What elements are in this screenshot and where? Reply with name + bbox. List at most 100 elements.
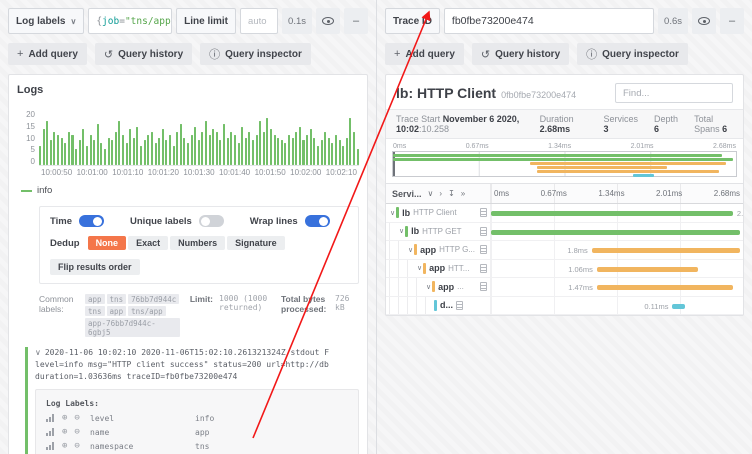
log-labels-dropdown[interactable]: Log labels ∨ [8, 8, 85, 34]
minimap-canvas[interactable] [392, 151, 737, 177]
span-duration-bar[interactable] [491, 229, 741, 235]
legend-item-info[interactable]: info [21, 185, 359, 196]
dedup-option-signature[interactable]: Signature [227, 236, 285, 250]
span-timeline-cell[interactable]: 2.58ms [491, 204, 743, 222]
query-history-button[interactable]: ↺ Query history [94, 43, 193, 65]
trace-find-input[interactable]: Find... [615, 83, 733, 103]
histogram-bar [186, 143, 189, 165]
collapse-one-icon[interactable]: ∨ [428, 189, 434, 198]
span-row[interactable]: d... 0.11ms [386, 296, 743, 315]
span-timeline-cell[interactable]: 2.66ms [491, 222, 743, 240]
span-name-cell[interactable]: ∨ app... [386, 278, 491, 296]
span-duration-bar[interactable] [591, 248, 741, 253]
span-name-cell[interactable]: ∨ app HTTP G... [386, 241, 491, 259]
trace-id-input[interactable]: fb0fbe73200e474 [443, 8, 655, 34]
histogram-bar [103, 148, 106, 165]
span-detail-icon[interactable] [456, 300, 463, 310]
span-duration-bar[interactable] [596, 285, 733, 290]
span-row[interactable]: ∨ app HTTP G... 1.8ms [386, 241, 743, 260]
histogram-bars[interactable] [39, 110, 359, 166]
span-detail-icon[interactable] [480, 245, 487, 255]
label-value: app [195, 428, 210, 437]
expand-all-icon[interactable]: » [461, 189, 465, 198]
span-row[interactable]: ∨ lbHTTP Client 2.58ms [386, 204, 743, 223]
toggle-unique-labels[interactable]: Unique labels [130, 215, 224, 227]
common-label-badge: app-76bb7d944c-6gbj5 [85, 318, 180, 337]
line-limit-input[interactable]: auto [240, 8, 279, 34]
filter-for-value-icon[interactable]: ⊕ [62, 414, 67, 423]
trace-query-history-button[interactable]: ↺ Query history [471, 43, 570, 65]
toggle-switch[interactable] [79, 215, 105, 227]
span-collapse-icon[interactable]: ∨ [408, 246, 413, 254]
filter-for-value-icon[interactable]: ⊕ [62, 428, 67, 437]
log-line[interactable]: ∨ 2020-11-06 10:02:10 2020-11-06T15:02:10… [35, 347, 359, 383]
histogram-bar [353, 132, 356, 165]
loki-query-input[interactable]: {job="tns/app", level="info"} [88, 8, 173, 34]
histogram-bar [179, 123, 182, 165]
stats-icon[interactable] [46, 428, 55, 436]
span-collapse-icon[interactable]: ∨ [426, 283, 431, 291]
span-collapse-icon[interactable]: ∨ [390, 209, 395, 217]
common-labels-badges: app tns 76bb7d944c tns app tns/app app-76bb7d9… [85, 294, 180, 337]
collapse-all-icon[interactable]: ↧ [448, 189, 455, 198]
span-row[interactable]: ∨ app... 1.47ms [386, 278, 743, 297]
remove-query-button[interactable]: – [344, 8, 368, 34]
log-entry: ∨ 2020-11-06 10:02:10 2020-11-06T15:02:10… [25, 347, 359, 454]
dedup-option-exact[interactable]: Exact [128, 236, 169, 250]
span-row[interactable]: ∨ lbHTTP GET 2.66ms [386, 222, 743, 241]
disable-query-button[interactable] [316, 8, 340, 34]
left-query-row: Log labels ∨ {job="tns/app", level="info… [8, 8, 368, 34]
histogram-bar [233, 134, 236, 165]
histogram-bar [316, 145, 319, 165]
expand-one-icon[interactable]: › [439, 189, 442, 198]
filter-out-value-icon[interactable]: ⊖ [74, 414, 79, 423]
span-detail-icon[interactable] [480, 226, 487, 236]
toggle-switch[interactable] [198, 215, 224, 227]
span-name-cell[interactable]: ∨ app HTT... [386, 259, 491, 277]
trace-add-query-button[interactable]: + Add query [385, 43, 464, 65]
span-duration-bar[interactable] [491, 211, 733, 216]
filter-for-value-icon[interactable]: ⊕ [62, 442, 67, 451]
span-detail-icon[interactable] [480, 208, 487, 218]
span-row[interactable]: ∨ app HTT... 1.06ms [386, 259, 743, 278]
span-name-cell[interactable]: d... [386, 296, 491, 314]
toggle-time[interactable]: Time [50, 215, 105, 227]
span-timeline-cell[interactable]: 0.11ms [491, 296, 743, 314]
span-collapse-icon[interactable]: ∨ [417, 264, 422, 272]
span-timeline-cell[interactable]: 1.8ms [491, 241, 743, 259]
stats-icon[interactable] [46, 414, 55, 422]
dedup-option-none[interactable]: None [87, 236, 127, 250]
timeline-tick: 2.68ms [713, 189, 740, 198]
legend-series-label: info [37, 185, 53, 196]
trace-minimap[interactable]: 0ms 0.67ms 1.34ms 2.01ms 2.68ms [386, 139, 743, 183]
add-query-button[interactable]: + Add query [8, 43, 87, 65]
span-duration-bar[interactable] [596, 266, 698, 272]
disable-trace-query-button[interactable] [692, 8, 716, 34]
span-timeline-cell[interactable]: 1.47ms [491, 278, 743, 296]
dedup-option-numbers[interactable]: Numbers [170, 236, 226, 250]
trace-query-inspector-button[interactable]: ⓘ Query inspector [577, 43, 688, 65]
span-collapse-icon[interactable]: ∨ [399, 227, 404, 235]
span-duration-bar[interactable] [672, 303, 686, 309]
span-operation-name: HTT... [448, 263, 470, 273]
stats-icon[interactable] [46, 442, 55, 450]
dedup-label: Dedup [50, 237, 80, 249]
toggle-wrap-lines[interactable]: Wrap lines [250, 215, 330, 227]
remove-trace-query-button[interactable]: – [720, 8, 744, 34]
chevron-down-icon: ∨ [70, 16, 77, 26]
span-detail-icon[interactable] [480, 263, 487, 273]
total-bytes-value: 726 kB [335, 294, 350, 312]
log-labels-dropdown-label: Log labels [16, 15, 66, 27]
span-name-cell[interactable]: ∨ lb HTTP GET [386, 222, 491, 240]
filter-out-value-icon[interactable]: ⊖ [74, 428, 79, 437]
filter-out-value-icon[interactable]: ⊖ [74, 442, 79, 451]
minimap-tick: 2.68ms [713, 143, 736, 150]
query-inspector-button[interactable]: ⓘ Query inspector [200, 43, 311, 65]
timeline-tick: 0.67ms [540, 189, 567, 198]
toggle-switch[interactable] [304, 215, 330, 227]
flip-results-order-button[interactable]: Flip results order [50, 259, 140, 275]
span-name-cell[interactable]: ∨ lb HTTP Client [386, 204, 491, 222]
span-timeline-cell[interactable]: 1.06ms [491, 259, 743, 277]
span-detail-icon[interactable] [480, 282, 487, 292]
minimap-span-bar [530, 162, 726, 165]
